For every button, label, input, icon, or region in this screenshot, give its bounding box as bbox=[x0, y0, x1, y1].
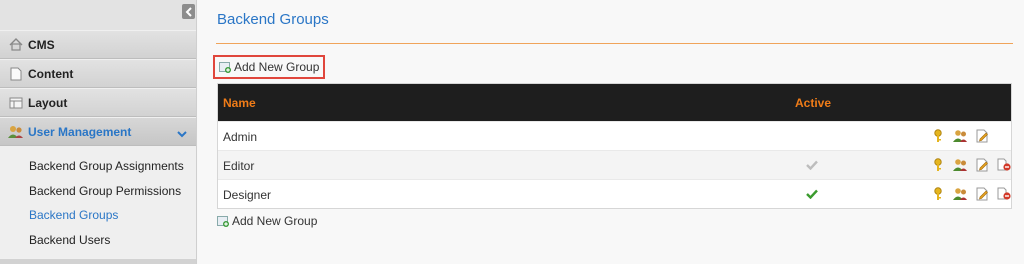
group-users-icon[interactable] bbox=[952, 186, 968, 202]
title-divider bbox=[216, 43, 1013, 44]
add-new-group-label: Add New Group bbox=[232, 214, 318, 228]
user-management-submenu: Backend Group Assignments Backend Group … bbox=[0, 146, 196, 264]
subnav-item-backend-users[interactable]: Backend Users bbox=[0, 228, 196, 253]
add-new-group-bottom-button[interactable]: Add New Group bbox=[217, 213, 317, 229]
sidebar-nav: CMS Content Layout User Management Backe… bbox=[0, 30, 196, 264]
page-title: Backend Groups bbox=[217, 11, 329, 28]
row-actions bbox=[930, 128, 996, 144]
collapse-sidebar-button[interactable] bbox=[182, 4, 195, 19]
add-new-group-button[interactable]: Add New Group bbox=[213, 55, 326, 79]
layout-icon bbox=[0, 97, 28, 109]
home-icon bbox=[0, 38, 28, 51]
row-actions bbox=[930, 186, 1018, 202]
column-header-name[interactable]: Name bbox=[223, 96, 256, 110]
add-group-icon bbox=[217, 215, 229, 227]
table-row: Admin bbox=[218, 121, 1011, 150]
main-content: Backend Groups Add New Group Name Active… bbox=[198, 0, 1024, 264]
subnav-item-backend-group-permissions[interactable]: Backend Group Permissions bbox=[0, 179, 196, 204]
add-new-group-label: Add New Group bbox=[234, 60, 320, 74]
sidebar-item-content[interactable]: Content bbox=[0, 59, 196, 88]
group-users-icon[interactable] bbox=[952, 128, 968, 144]
sidebar-next-item[interactable] bbox=[0, 258, 196, 264]
chevron-left-icon bbox=[185, 6, 192, 17]
table-row: Designer bbox=[218, 179, 1011, 208]
sidebar-item-user-management[interactable]: User Management bbox=[0, 117, 196, 146]
sidebar: CMS Content Layout User Management Backe… bbox=[0, 0, 197, 264]
table-header: Name Active bbox=[218, 84, 1011, 121]
table-row: Editor bbox=[218, 150, 1011, 179]
key-icon[interactable] bbox=[930, 186, 946, 202]
group-users-icon[interactable] bbox=[952, 157, 968, 173]
sidebar-item-label: CMS bbox=[28, 37, 55, 52]
edit-icon[interactable] bbox=[974, 157, 990, 173]
row-actions bbox=[930, 157, 1018, 173]
subnav-item-backend-group-assignments[interactable]: Backend Group Assignments bbox=[0, 154, 196, 179]
sidebar-item-cms[interactable]: CMS bbox=[0, 30, 196, 59]
edit-icon[interactable] bbox=[974, 128, 990, 144]
group-name: Editor bbox=[223, 159, 255, 173]
group-name: Designer bbox=[223, 188, 272, 202]
subnav-item-backend-groups[interactable]: Backend Groups bbox=[0, 203, 196, 228]
chevron-down-icon bbox=[177, 127, 187, 141]
sidebar-item-layout[interactable]: Layout bbox=[0, 88, 196, 117]
sidebar-item-label: Content bbox=[28, 66, 74, 81]
inactive-check-icon[interactable] bbox=[805, 158, 819, 172]
delete-icon[interactable] bbox=[996, 157, 1012, 173]
active-check-icon[interactable] bbox=[805, 187, 819, 201]
edit-icon[interactable] bbox=[974, 186, 990, 202]
groups-table: Name Active Admin Editor Designer bbox=[217, 83, 1012, 209]
sidebar-item-label: Layout bbox=[28, 95, 68, 110]
delete-icon[interactable] bbox=[996, 186, 1012, 202]
group-name: Admin bbox=[223, 130, 258, 144]
add-group-icon bbox=[219, 61, 231, 73]
users-icon bbox=[0, 125, 28, 139]
page-icon bbox=[0, 67, 28, 81]
key-icon[interactable] bbox=[930, 157, 946, 173]
key-icon[interactable] bbox=[930, 128, 946, 144]
column-header-active[interactable]: Active bbox=[795, 96, 831, 110]
sidebar-item-label: User Management bbox=[28, 124, 132, 139]
